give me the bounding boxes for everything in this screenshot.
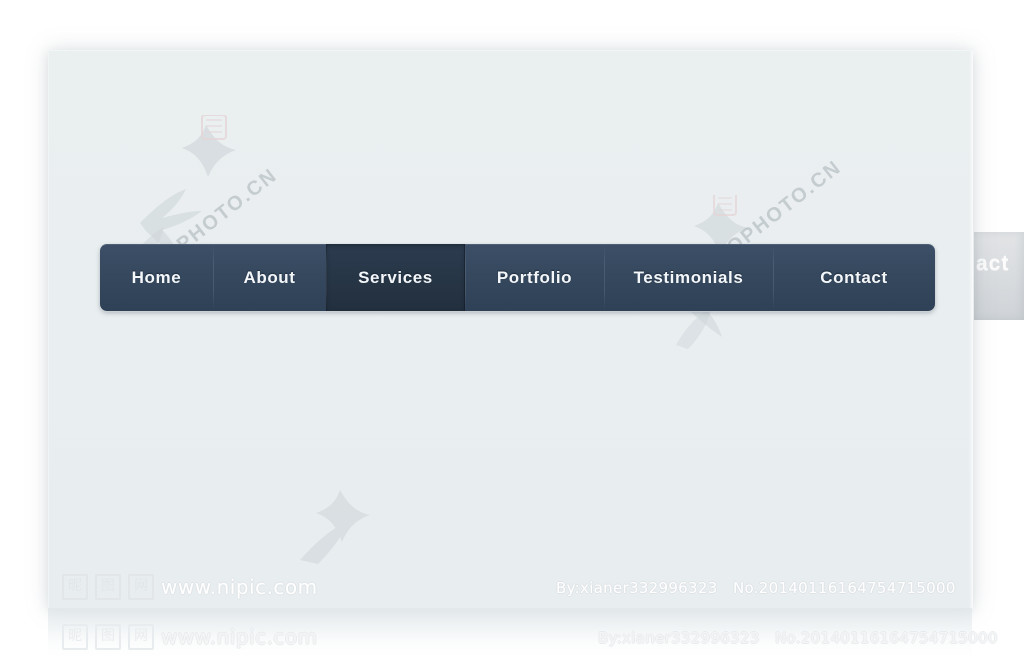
nav-label-testimonials: Testimonials (633, 267, 744, 287)
nav-item-about[interactable]: About (213, 244, 326, 311)
nav-item-services[interactable]: Services (326, 244, 465, 311)
main-navigation[interactable]: Home About Services Portfolio Testimonia… (100, 244, 935, 311)
screenshot-root: act TOPHOTO.CN TOPHOTO.CN Home About Ser… (0, 0, 1024, 658)
nav-label-about: About (243, 267, 296, 287)
preview-card (48, 50, 973, 609)
nav-label-services: Services (358, 267, 433, 287)
card-edge-highlight (969, 51, 973, 609)
nav-label-portfolio: Portfolio (496, 267, 573, 287)
secondary-nav-contact-label: act (976, 252, 1010, 275)
nav-item-contact[interactable]: Contact (773, 244, 935, 311)
nav-label-contact: Contact (820, 267, 888, 287)
nav-item-testimonials[interactable]: Testimonials (604, 244, 773, 311)
reflection-background (48, 608, 972, 658)
nav-label-home: Home (131, 267, 182, 287)
nav-item-portfolio[interactable]: Portfolio (465, 244, 604, 311)
nav-item-home[interactable]: Home (100, 244, 213, 311)
bottom-reflection-strip: 昵 图 网 www.nipic.com By:xianer332996323 N… (0, 608, 1024, 658)
secondary-nav-panel (974, 232, 1024, 320)
